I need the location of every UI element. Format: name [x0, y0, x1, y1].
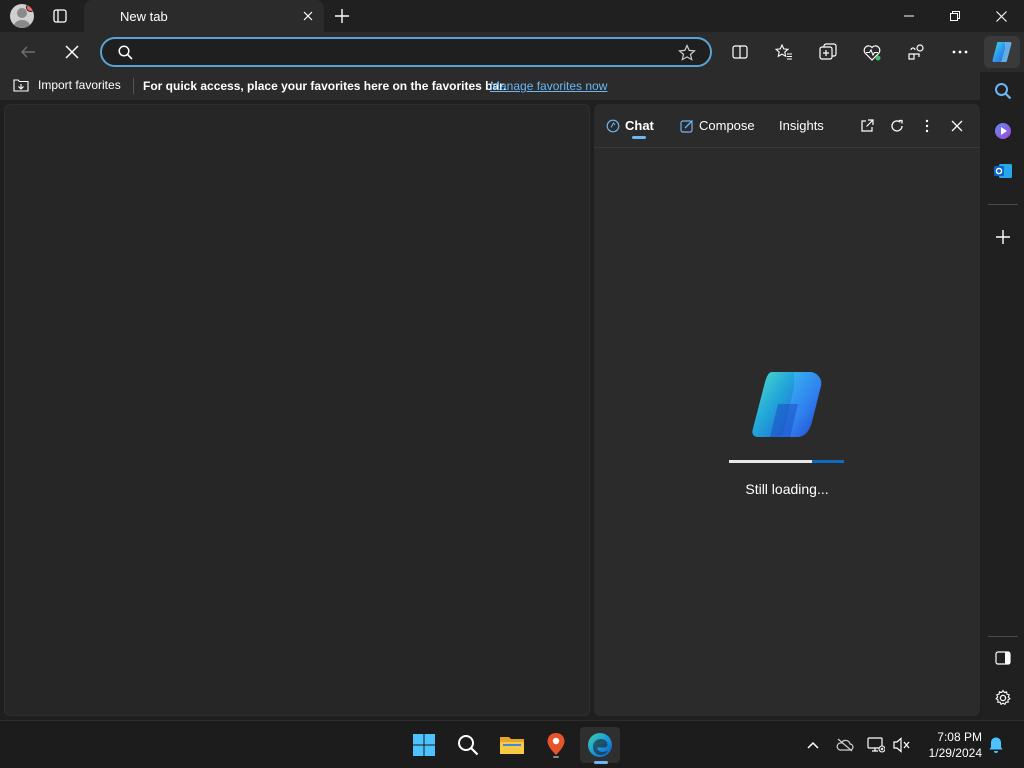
search-icon[interactable] — [988, 76, 1018, 106]
restore-icon[interactable] — [932, 0, 978, 32]
windows-start-icon[interactable] — [404, 727, 444, 763]
toolbar — [0, 32, 1024, 72]
minimize-icon[interactable] — [886, 0, 932, 32]
clock-time: 7:08 PM — [937, 730, 982, 744]
chevron-up-icon[interactable] — [803, 735, 823, 755]
title-bar: New tab — [0, 0, 1024, 32]
sidebar-toggle-icon[interactable] — [988, 643, 1018, 673]
close-icon[interactable] — [300, 8, 316, 24]
copilot-icon[interactable] — [988, 116, 1018, 146]
taskbar: 7:08 PM 1/29/2024 — [0, 720, 1024, 768]
volume-muted-icon[interactable] — [892, 735, 912, 755]
outlook-icon[interactable] — [988, 156, 1018, 186]
favorites-icon[interactable] — [768, 36, 800, 68]
file-explorer-icon[interactable] — [492, 727, 532, 763]
plus-icon[interactable] — [330, 4, 354, 28]
tab-chat-label: Chat — [625, 118, 654, 133]
edge-icon[interactable] — [580, 727, 620, 763]
divider — [988, 204, 1018, 205]
maps-pin-icon[interactable] — [536, 727, 576, 763]
tab-title: New tab — [120, 9, 168, 24]
settings-gear-icon[interactable] — [988, 683, 1018, 713]
favorites-bar-message: For quick access, place your favorites h… — [143, 79, 507, 93]
copilot-logo-icon — [748, 370, 826, 440]
loading-progress-fill — [729, 460, 812, 463]
search-icon — [118, 45, 133, 60]
back-arrow-icon[interactable] — [12, 36, 44, 68]
notification-bell-icon[interactable] — [986, 735, 1006, 755]
open-in-new-tab-icon[interactable] — [859, 118, 875, 134]
clock-date: 1/29/2024 — [928, 746, 982, 760]
import-favorites-label: Import favorites — [38, 78, 121, 92]
stop-loading-icon[interactable] — [56, 36, 88, 68]
search-icon[interactable] — [448, 727, 488, 763]
favorites-bar: Import favorites For quick access, place… — [0, 72, 980, 100]
tab-compose-label: Compose — [699, 118, 755, 133]
edge-sidebar — [982, 72, 1024, 720]
address-input[interactable] — [142, 43, 662, 61]
tab-compose[interactable]: Compose — [680, 118, 755, 133]
loading-progress-bar — [729, 460, 844, 463]
close-panel-icon[interactable] — [949, 118, 965, 134]
chat-icon — [606, 119, 620, 132]
close-icon[interactable] — [978, 0, 1024, 32]
browser-essentials-icon[interactable] — [856, 36, 888, 68]
split-screen-icon[interactable] — [724, 36, 756, 68]
tab-insights[interactable]: Insights — [779, 118, 824, 133]
network-icon[interactable] — [866, 735, 886, 755]
copilot-icon[interactable] — [984, 36, 1020, 68]
divider — [988, 636, 1018, 637]
system-clock[interactable]: 7:08 PM 1/29/2024 — [920, 729, 982, 761]
onedrive-offline-icon[interactable] — [835, 735, 855, 755]
more-icon[interactable] — [944, 36, 976, 68]
active-tab-indicator — [632, 136, 646, 139]
import-favorites-button[interactable]: Import favorites — [12, 77, 121, 93]
import-favorites-icon — [13, 79, 29, 92]
tab-new-tab[interactable]: New tab — [84, 0, 324, 32]
collections-icon[interactable] — [812, 36, 844, 68]
compose-icon — [680, 119, 693, 133]
tab-chat[interactable]: Chat — [606, 118, 654, 133]
address-bar[interactable] — [100, 37, 712, 67]
page-content — [4, 104, 590, 716]
divider — [133, 78, 134, 94]
manage-favorites-link[interactable]: Manage favorites now — [490, 79, 607, 93]
active-app-indicator — [594, 761, 608, 764]
tab-insights-label: Insights — [779, 118, 824, 133]
copilot-side-panel: Chat Compose Insights Still loading... — [594, 104, 980, 716]
notification-dot — [26, 4, 34, 12]
tab-actions-icon[interactable] — [48, 6, 72, 26]
extensions-icon[interactable] — [900, 36, 932, 68]
refresh-icon[interactable] — [889, 118, 905, 134]
profile-icon[interactable] — [10, 4, 34, 28]
more-options-icon[interactable] — [919, 118, 935, 134]
loading-status-text: Still loading... — [745, 481, 829, 497]
plus-icon[interactable] — [988, 222, 1018, 252]
side-panel-header: Chat Compose Insights — [594, 104, 980, 148]
star-icon[interactable] — [678, 44, 696, 62]
